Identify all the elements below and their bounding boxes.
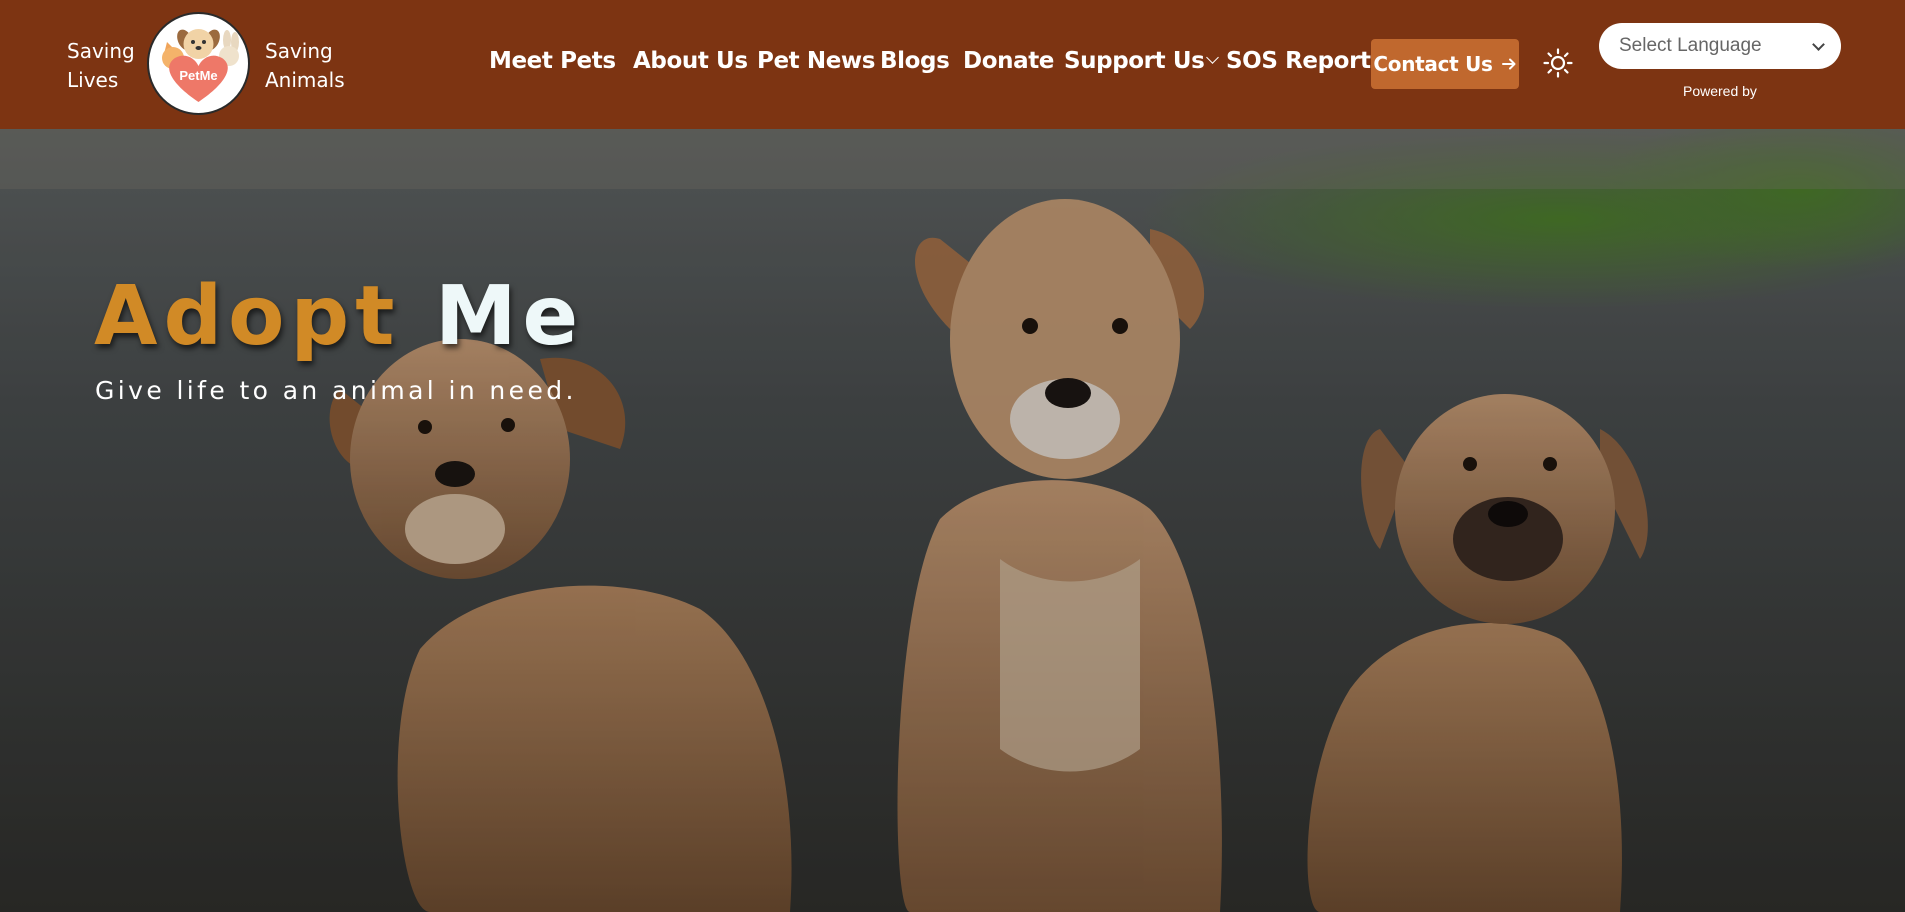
tagline-left: Saving Lives bbox=[67, 37, 135, 95]
tagline-right-line2: Animals bbox=[265, 68, 345, 92]
logo-text: PetMe bbox=[179, 68, 217, 83]
hero-subtitle: Give life to an animal in need. bbox=[95, 376, 577, 405]
hero-section: Adopt Me Give life to an animal in need. bbox=[0, 129, 1905, 912]
nav-blogs[interactable]: Blogs bbox=[880, 48, 950, 74]
chevron-down-icon bbox=[1812, 38, 1825, 51]
arrow-right-icon bbox=[1501, 58, 1516, 70]
language-select[interactable]: Select Language bbox=[1599, 23, 1841, 69]
tagline-right-line1: Saving bbox=[265, 39, 333, 63]
nav-about-us[interactable]: About Us bbox=[633, 48, 748, 74]
hero-photo-puppies bbox=[0, 129, 1905, 912]
nav-sos-report[interactable]: SOS Report bbox=[1226, 48, 1371, 74]
tagline-left-line1: Saving bbox=[67, 39, 135, 63]
nav-support-us-label: Support Us bbox=[1064, 48, 1205, 74]
hero-title-word1: Adopt bbox=[94, 269, 401, 364]
powered-by-text: Powered by bbox=[1683, 83, 1757, 99]
chevron-down-icon bbox=[1206, 51, 1220, 64]
hero-title: Adopt Me bbox=[94, 269, 584, 364]
petme-logo[interactable]: PetMe bbox=[147, 12, 250, 115]
nav-donate[interactable]: Donate bbox=[963, 48, 1054, 74]
nav-support-us[interactable]: Support Us bbox=[1064, 48, 1220, 74]
nav-meet-pets[interactable]: Meet Pets bbox=[489, 48, 616, 74]
tagline-right: Saving Animals bbox=[265, 37, 345, 95]
contact-us-button[interactable]: Contact Us bbox=[1371, 39, 1519, 89]
hero-title-word2: Me bbox=[434, 269, 585, 364]
tagline-left-line2: Lives bbox=[67, 68, 119, 92]
navbar: Saving Lives PetMe Saving Animals Meet P… bbox=[0, 0, 1905, 129]
logo-graphic: PetMe bbox=[149, 14, 248, 113]
sun-icon[interactable] bbox=[1543, 48, 1573, 78]
nav-pet-news[interactable]: Pet News bbox=[757, 48, 875, 74]
contact-us-label: Contact Us bbox=[1373, 52, 1493, 76]
language-select-value: Select Language bbox=[1619, 35, 1762, 56]
